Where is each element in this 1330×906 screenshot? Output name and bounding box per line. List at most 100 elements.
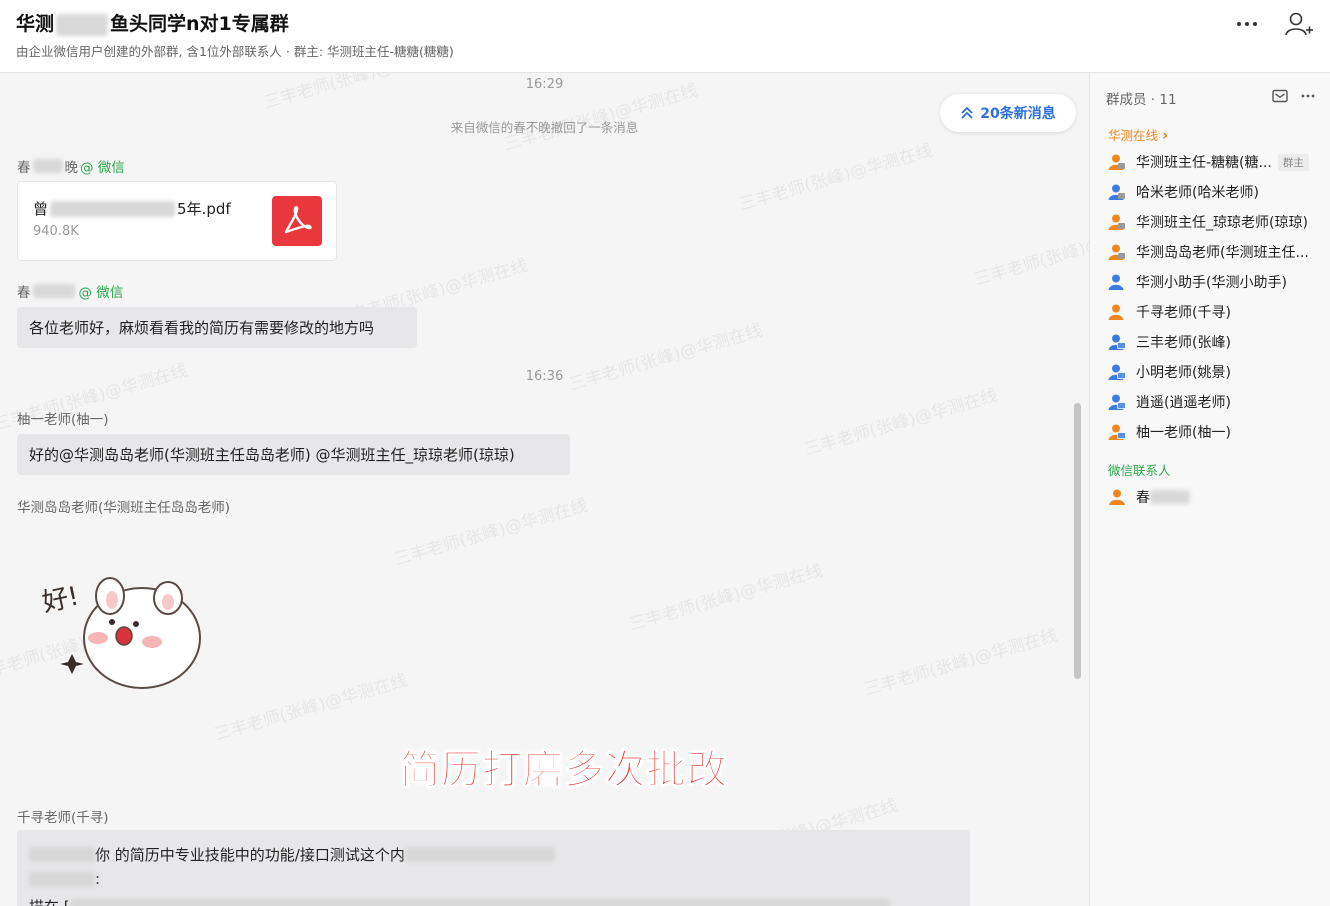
member-panel: 群成员 · 11 华测在线 › 华测班主任-糖糖(糖... 群主哈米老师(哈米老师… bbox=[1089, 73, 1330, 906]
watermark: 三丰老师(张峰)@华测在线 bbox=[211, 670, 410, 746]
member-name: 哈米老师(哈米老师) bbox=[1136, 185, 1259, 201]
person-icon bbox=[1108, 364, 1126, 380]
watermark: 三丰老师(张峰)@华测在线 bbox=[391, 495, 590, 571]
message-line-text: : bbox=[95, 870, 101, 888]
message-sender: 千寻老师(千寻) bbox=[17, 810, 109, 826]
mail-icon[interactable] bbox=[1272, 89, 1288, 103]
more-options-icon[interactable] bbox=[1232, 11, 1262, 37]
person-icon bbox=[1108, 244, 1125, 260]
person-icon bbox=[1108, 274, 1124, 290]
message-bubble[interactable]: 你 的简历中专业技能中的功能/接口测试这个内 : 描在 [ bbox=[17, 830, 970, 906]
person-icon bbox=[1108, 214, 1125, 230]
chat-scrollbar[interactable] bbox=[1074, 403, 1082, 679]
person-icon bbox=[1108, 334, 1126, 350]
member-item[interactable]: 小明老师(姚景) bbox=[1108, 357, 1323, 387]
timestamp: 16:29 bbox=[525, 77, 564, 92]
members-title: 群成员 · 11 bbox=[1106, 92, 1177, 108]
file-size: 940.8K bbox=[33, 224, 79, 239]
redacted-blur bbox=[69, 899, 890, 906]
sender-name-prefix: 春 bbox=[17, 160, 31, 176]
chat-title-prefix: 华测 bbox=[16, 13, 55, 35]
more-options-icon[interactable] bbox=[1300, 89, 1316, 103]
file-name: 曾 5年.pdf bbox=[33, 198, 231, 219]
member-item[interactable]: 华测小助手(华测小助手) bbox=[1108, 267, 1323, 297]
member-item[interactable]: 千寻老师(千寻) bbox=[1108, 297, 1323, 327]
redacted-blur bbox=[404, 847, 555, 862]
sender-name-prefix: 春 bbox=[17, 285, 31, 301]
chevron-right-icon: › bbox=[1162, 126, 1169, 144]
redacted-blur bbox=[50, 200, 176, 217]
watermark: 三丰老师(张峰)@华测在线 bbox=[626, 560, 825, 636]
group-label-wechat: 微信联系人 bbox=[1108, 463, 1171, 478]
new-messages-button[interactable]: 20条新消息 bbox=[940, 94, 1076, 132]
member-name: 小明老师(姚景) bbox=[1136, 365, 1231, 381]
redacted-blur bbox=[32, 159, 63, 173]
group-label-internal[interactable]: 华测在线 › bbox=[1108, 125, 1168, 144]
member-item[interactable]: 逍遥(逍遥老师) bbox=[1108, 387, 1323, 417]
member-name: 华测班主任_琼琼老师(琼琼) bbox=[1136, 215, 1308, 231]
double-chevron-up-icon bbox=[961, 106, 973, 119]
chat-message-area[interactable]: 三丰老师(张峰)@华测在线 三丰老师(张峰)@华测在线 三丰老师(张峰)@华测在… bbox=[0, 73, 1089, 906]
message-bubble[interactable]: 好的@华测岛岛老师(华测班主任岛岛老师) @华测班主任_琼琼老师(琼琼) bbox=[17, 434, 570, 475]
member-name: 华测班主任-糖糖(糖... bbox=[1136, 155, 1272, 171]
chat-title: 华测 鱼头同学n对1专属群 bbox=[16, 9, 289, 36]
member-item[interactable]: 华测班主任-糖糖(糖... 群主 bbox=[1108, 147, 1323, 177]
message-sender: 华测岛岛老师(华测班主任岛岛老师) bbox=[17, 500, 231, 516]
message-line: : bbox=[29, 870, 100, 888]
member-name: 华测小助手(华测小助手) bbox=[1136, 275, 1287, 291]
watermark: 三丰老师(张峰)@华测在线 bbox=[736, 140, 935, 216]
member-item[interactable]: 哈米老师(哈米老师) bbox=[1108, 177, 1323, 207]
recall-notice: 来自微信的春不晚撤回了一条消息 bbox=[450, 120, 639, 135]
watermark: 三丰老师(张峰)@华测在线 bbox=[861, 625, 1060, 701]
wechat-source-tag: @ 微信 bbox=[78, 285, 124, 301]
watermark: 三丰老师(张峰)@华测在线 bbox=[801, 385, 1000, 461]
chat-title-suffix: 鱼头同学n对1专属群 bbox=[110, 13, 289, 35]
title-row: 华测 鱼头同学n对1专属群 bbox=[16, 9, 289, 36]
member-item[interactable]: 柚一老师(柚一) bbox=[1108, 417, 1323, 447]
file-name-suffix: 5年.pdf bbox=[177, 200, 231, 218]
owner-badge: 群主 bbox=[1277, 153, 1309, 171]
chat-header: 华测 鱼头同学n对1专属群 由企业微信用户创建的外部群, 含1位外部联系人 · 群… bbox=[0, 0, 1330, 73]
watermark: 三丰老师(张峰)@华测在线 bbox=[971, 215, 1089, 291]
file-name-prefix: 曾 bbox=[33, 200, 49, 218]
message-line-text: 描在 [ bbox=[29, 896, 70, 906]
file-attachment-card[interactable]: 曾 5年.pdf 940.8K bbox=[17, 181, 337, 261]
person-icon bbox=[1108, 424, 1126, 440]
message-line: 描在 [ bbox=[29, 896, 890, 906]
overlay-caption: 简历打磨多次批改 bbox=[400, 747, 728, 794]
member-name: 千寻老师(千寻) bbox=[1136, 305, 1231, 321]
chat-subtitle: 由企业微信用户创建的外部群, 含1位外部联系人 · 群主: 华测班主任-糖糖(糖… bbox=[16, 44, 454, 59]
pdf-file-icon bbox=[272, 196, 322, 246]
message-sender: 春 @ 微信 bbox=[17, 281, 123, 301]
new-messages-label: 20条新消息 bbox=[980, 106, 1056, 122]
member-name: 逍遥(逍遥老师) bbox=[1136, 395, 1231, 411]
person-icon bbox=[1109, 489, 1125, 505]
member-item[interactable]: 华测岛岛老师(华测班主任... bbox=[1108, 237, 1323, 267]
member-name: 华测岛岛老师(华测班主任... bbox=[1136, 245, 1309, 261]
member-name: 春 bbox=[1136, 490, 1150, 506]
redacted-blur bbox=[29, 847, 95, 862]
redacted-blur bbox=[1150, 490, 1190, 504]
redacted-blur bbox=[32, 284, 75, 298]
sticker-image[interactable]: 好! bbox=[40, 568, 210, 698]
member-item[interactable]: 三丰老师(张峰) bbox=[1108, 327, 1323, 357]
member-item-external[interactable]: 春 bbox=[1108, 482, 1323, 512]
message-line: 你 的简历中专业技能中的功能/接口测试这个内 bbox=[29, 844, 555, 865]
add-member-icon[interactable] bbox=[1284, 10, 1314, 38]
chat-scrollbar-thumb[interactable] bbox=[1074, 403, 1081, 679]
person-icon bbox=[1108, 184, 1125, 200]
person-icon bbox=[1108, 304, 1124, 320]
redacted-blur bbox=[29, 871, 95, 887]
message-line-text: 你 的简历中专业技能中的功能/接口测试这个内 bbox=[95, 846, 405, 864]
message-bubble[interactable]: 各位老师好，麻烦看看我的简历有需要修改的地方吗 bbox=[17, 307, 417, 348]
message-sender: 柚一老师(柚一) bbox=[17, 412, 109, 428]
redacted-blur bbox=[56, 13, 109, 36]
sticker-text: 好! bbox=[40, 581, 82, 618]
message-sender: 春 晚 @ 微信 bbox=[17, 156, 125, 176]
group-label-text: 华测在线 bbox=[1108, 128, 1159, 143]
member-panel-actions bbox=[1272, 89, 1316, 103]
member-item[interactable]: 华测班主任_琼琼老师(琼琼) bbox=[1108, 207, 1323, 237]
app-window: 华测 鱼头同学n对1专属群 由企业微信用户创建的外部群, 含1位外部联系人 · 群… bbox=[0, 0, 1330, 906]
person-icon bbox=[1108, 394, 1126, 410]
header-actions bbox=[1232, 10, 1314, 38]
